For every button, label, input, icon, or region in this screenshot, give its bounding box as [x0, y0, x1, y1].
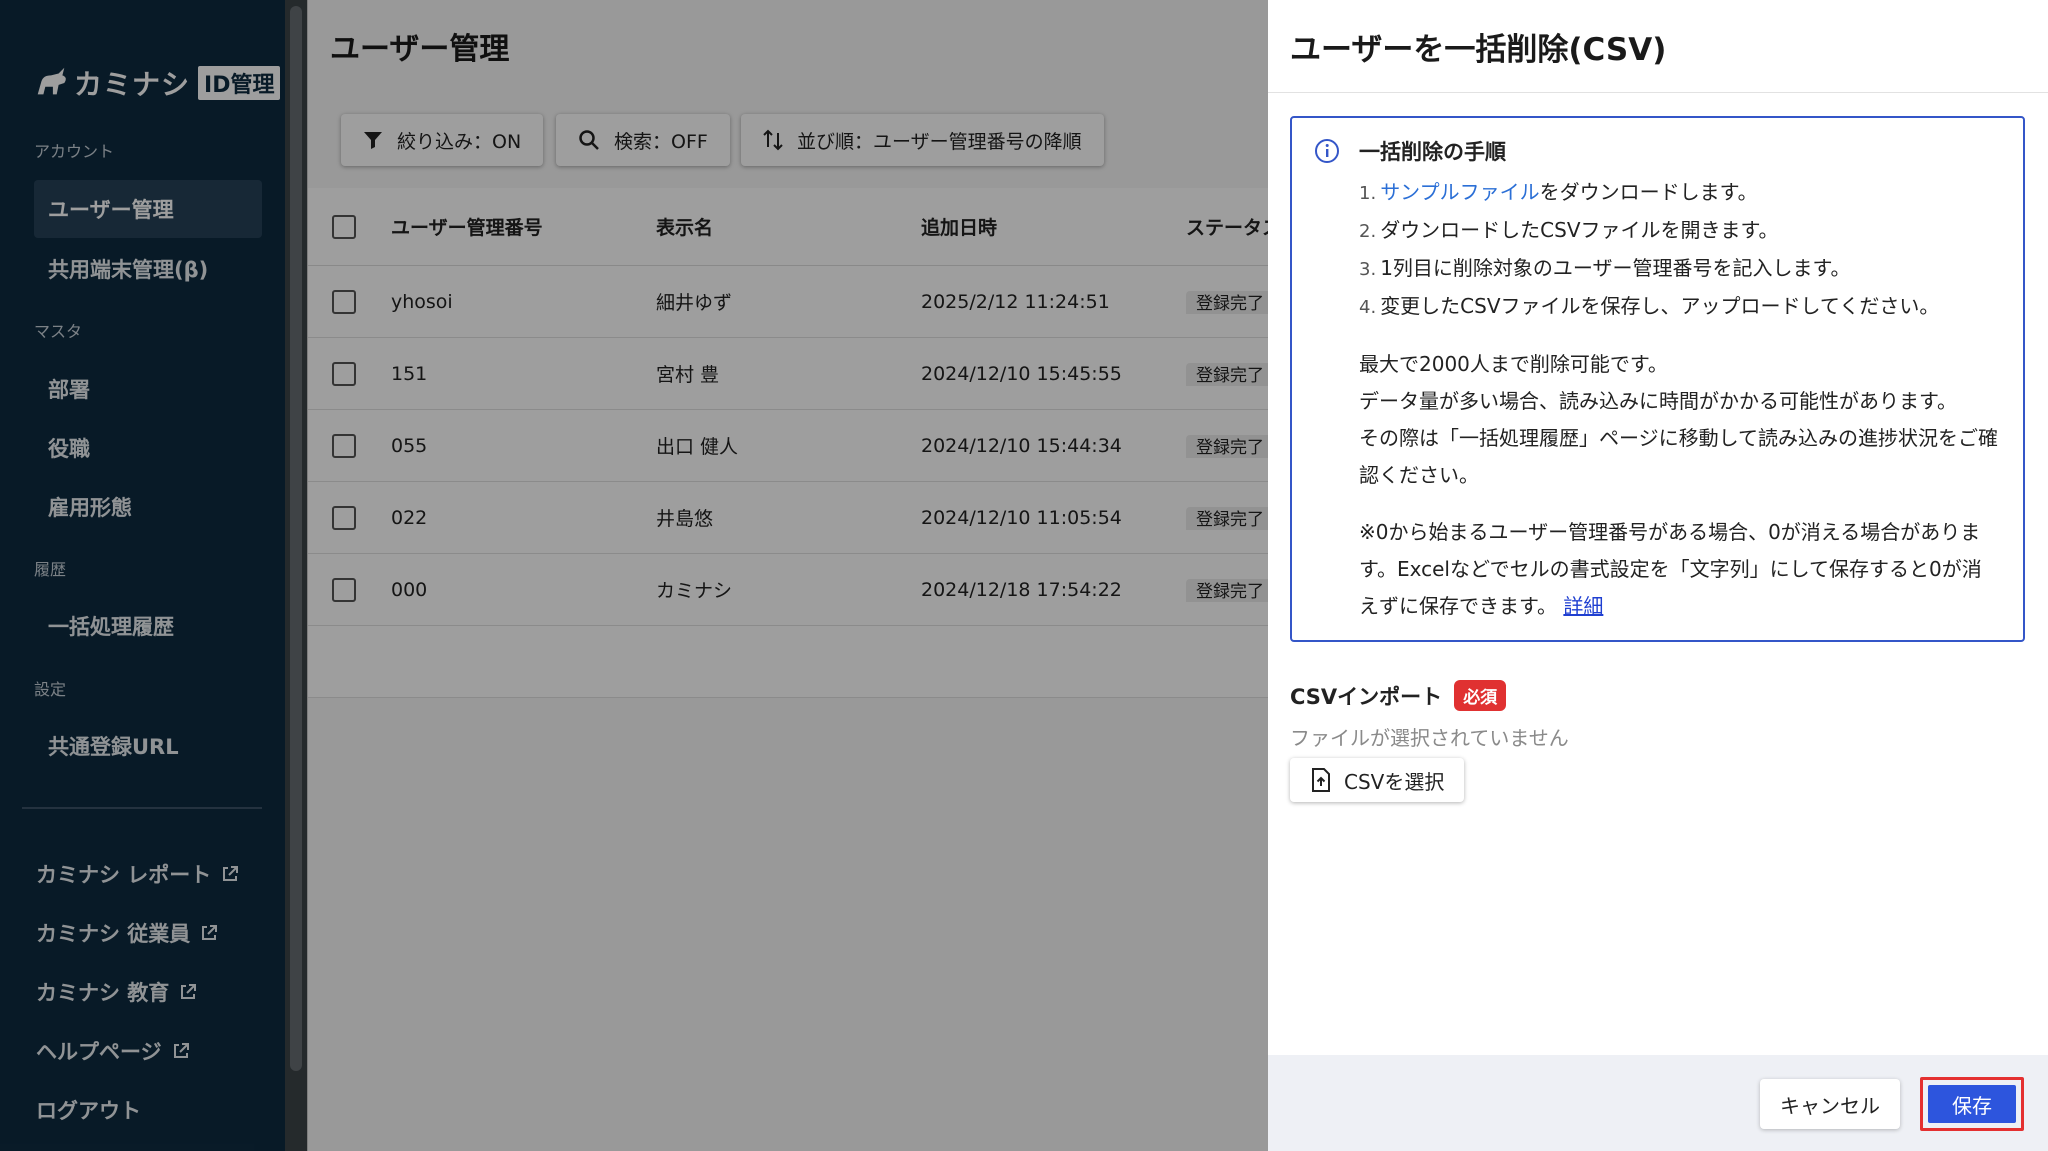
- note-line: その際は「一括処理履歴」ページに移動して読み込みの進捗状況をご確認ください。: [1359, 426, 1998, 487]
- bulk-delete-drawer: ユーザーを一括削除(CSV) 一括削除の手順 1. サンプルファイルをダウンロード…: [1268, 0, 2048, 1151]
- select-csv-label: CSVを選択: [1344, 769, 1445, 794]
- drawer-title: ユーザーを一括削除(CSV): [1290, 32, 1667, 68]
- note-line: データ量が多い場合、読み込みに時間がかかる可能性があります。: [1359, 389, 1957, 413]
- drawer-footer: キャンセル 保存: [1268, 1055, 2048, 1151]
- no-file-selected-text: ファイルが選択されていません: [1290, 726, 1569, 750]
- step-1: 1. サンプルファイルをダウンロードします。: [1359, 180, 1758, 204]
- cancel-button[interactable]: キャンセル: [1760, 1079, 1900, 1129]
- details-link[interactable]: 詳細: [1563, 594, 1603, 618]
- required-badge: 必須: [1454, 680, 1507, 711]
- limit-note: 最大で2000人まで削除可能です。 データ量が多い場合、読み込みに時間がかかる可…: [1359, 346, 1999, 494]
- step-3-text: 1列目に削除対象のユーザー管理番号を記入します。: [1380, 256, 1851, 280]
- modal-backdrop[interactable]: [0, 0, 1268, 1151]
- drawer-header-divider: [1268, 92, 2048, 93]
- sample-file-link[interactable]: サンプルファイル: [1380, 180, 1539, 204]
- save-button-highlight: 保存: [1920, 1077, 2024, 1131]
- step-4: 4. 変更したCSVファイルを保存し、アップロードしてください。: [1359, 294, 1940, 318]
- instructions-title: 一括削除の手順: [1359, 140, 1506, 164]
- leading-zero-note: ※0から始まるユーザー管理番号がある場合、0が消える場合があります。Excelな…: [1359, 514, 1999, 625]
- csv-import-text: CSVインポート: [1290, 684, 1443, 709]
- instructions-box: 一括削除の手順 1. サンプルファイルをダウンロードします。 2. ダウンロードした…: [1290, 116, 2025, 642]
- info-icon: [1315, 139, 1339, 163]
- select-csv-button[interactable]: CSVを選択: [1290, 758, 1465, 802]
- file-upload-icon: [1312, 768, 1330, 792]
- step-2: 2. ダウンロードしたCSVファイルを開きます。: [1359, 218, 1779, 242]
- step-3: 3. 1列目に削除対象のユーザー管理番号を記入します。: [1359, 256, 1851, 280]
- save-button[interactable]: 保存: [1928, 1085, 2016, 1123]
- leading-zero-text: ※0から始まるユーザー管理番号がある場合、0が消える場合があります。Excelな…: [1359, 520, 1982, 618]
- step-2-text: ダウンロードしたCSVファイルを開きます。: [1380, 218, 1779, 242]
- csv-import-label: CSVインポート 必須: [1290, 680, 1507, 711]
- step-4-text: 変更したCSVファイルを保存し、アップロードしてください。: [1380, 294, 1940, 318]
- step-1-text: をダウンロードします。: [1539, 180, 1758, 204]
- note-line: 最大で2000人まで削除可能です。: [1359, 352, 1668, 376]
- instructions-steps: 1. サンプルファイルをダウンロードします。 2. ダウンロードしたCSVファイルを…: [1359, 174, 1939, 326]
